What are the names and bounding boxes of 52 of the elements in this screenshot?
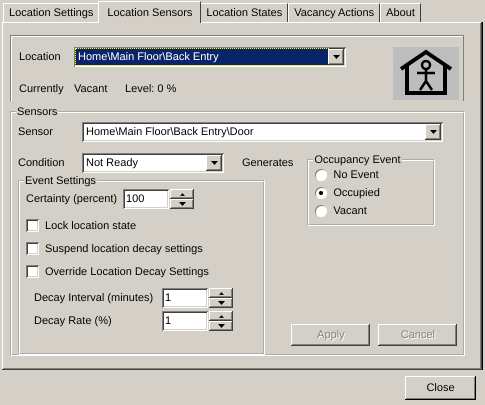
location-label: Location bbox=[19, 51, 62, 63]
radio-button[interactable] bbox=[315, 205, 328, 217]
location-dropdown[interactable]: Home\Main Floor\Back Entry bbox=[74, 47, 346, 67]
generates-label: Generates bbox=[242, 157, 294, 169]
up-arrow-icon bbox=[180, 192, 184, 196]
tab[interactable]: Location Sensors bbox=[98, 1, 202, 23]
close-button[interactable]: Close bbox=[405, 376, 476, 400]
checkbox-option[interactable]: Override Location Decay Settings bbox=[26, 265, 257, 278]
checkbox[interactable] bbox=[26, 219, 39, 232]
group-title: Event Settings bbox=[24, 175, 97, 187]
down-arrow-icon bbox=[218, 301, 224, 305]
level-text: Level: 0 % bbox=[125, 83, 176, 95]
group-title: Sensors bbox=[16, 106, 58, 118]
spin-up-button[interactable] bbox=[209, 311, 233, 321]
radio-option[interactable]: Vacant bbox=[315, 205, 428, 217]
down-arrow-icon bbox=[178, 202, 186, 206]
house-person-icon bbox=[393, 47, 459, 100]
checkbox-option[interactable]: Lock location state bbox=[26, 219, 257, 232]
radio-button[interactable] bbox=[315, 187, 328, 199]
checkbox[interactable] bbox=[26, 242, 39, 255]
radio-option[interactable]: Occupied bbox=[315, 187, 428, 199]
status-value: Vacant bbox=[74, 83, 108, 95]
condition-label: Condition bbox=[18, 157, 66, 169]
spin-down-button[interactable] bbox=[209, 298, 233, 308]
tab[interactable]: Vacancy Actions bbox=[288, 3, 380, 22]
dropdown-arrow-icon bbox=[210, 161, 218, 165]
certainty-input[interactable]: 100 bbox=[123, 189, 169, 209]
down-arrow-icon bbox=[218, 324, 224, 328]
checkbox[interactable] bbox=[26, 265, 39, 278]
spin-up-button[interactable] bbox=[170, 189, 194, 199]
up-arrow-icon bbox=[218, 292, 224, 294]
spin-down-button[interactable] bbox=[170, 199, 194, 209]
sensor-label: Sensor bbox=[18, 126, 54, 138]
tab[interactable]: Location States bbox=[200, 3, 288, 22]
dropdown-arrow-icon bbox=[332, 55, 340, 59]
decay-rate-input[interactable]: 1 bbox=[162, 311, 208, 331]
certainty-label: Certainty (percent) bbox=[26, 193, 118, 205]
spin-down-button[interactable] bbox=[209, 321, 233, 331]
dropdown-arrow-icon bbox=[430, 130, 436, 134]
condition-dropdown[interactable]: Not Ready bbox=[82, 153, 224, 173]
tab[interactable]: About bbox=[380, 3, 421, 22]
radio-option[interactable]: No Event bbox=[315, 169, 428, 181]
group-title: Occupancy Event bbox=[313, 154, 402, 166]
radio-button[interactable] bbox=[315, 169, 328, 181]
decay-interval-input[interactable]: 1 bbox=[162, 288, 208, 308]
spin-up-button[interactable] bbox=[209, 288, 233, 298]
status-label: Currently bbox=[19, 83, 65, 95]
checkbox-option[interactable]: Suspend location decay settings bbox=[26, 242, 257, 255]
decay-interval-label: Decay Interval (minutes) bbox=[34, 292, 154, 304]
decay-rate-label: Decay Rate (%) bbox=[34, 315, 113, 327]
sensor-dropdown[interactable]: Home\Main Floor\Back Entry\Door bbox=[82, 122, 443, 142]
up-arrow-icon bbox=[218, 314, 224, 318]
